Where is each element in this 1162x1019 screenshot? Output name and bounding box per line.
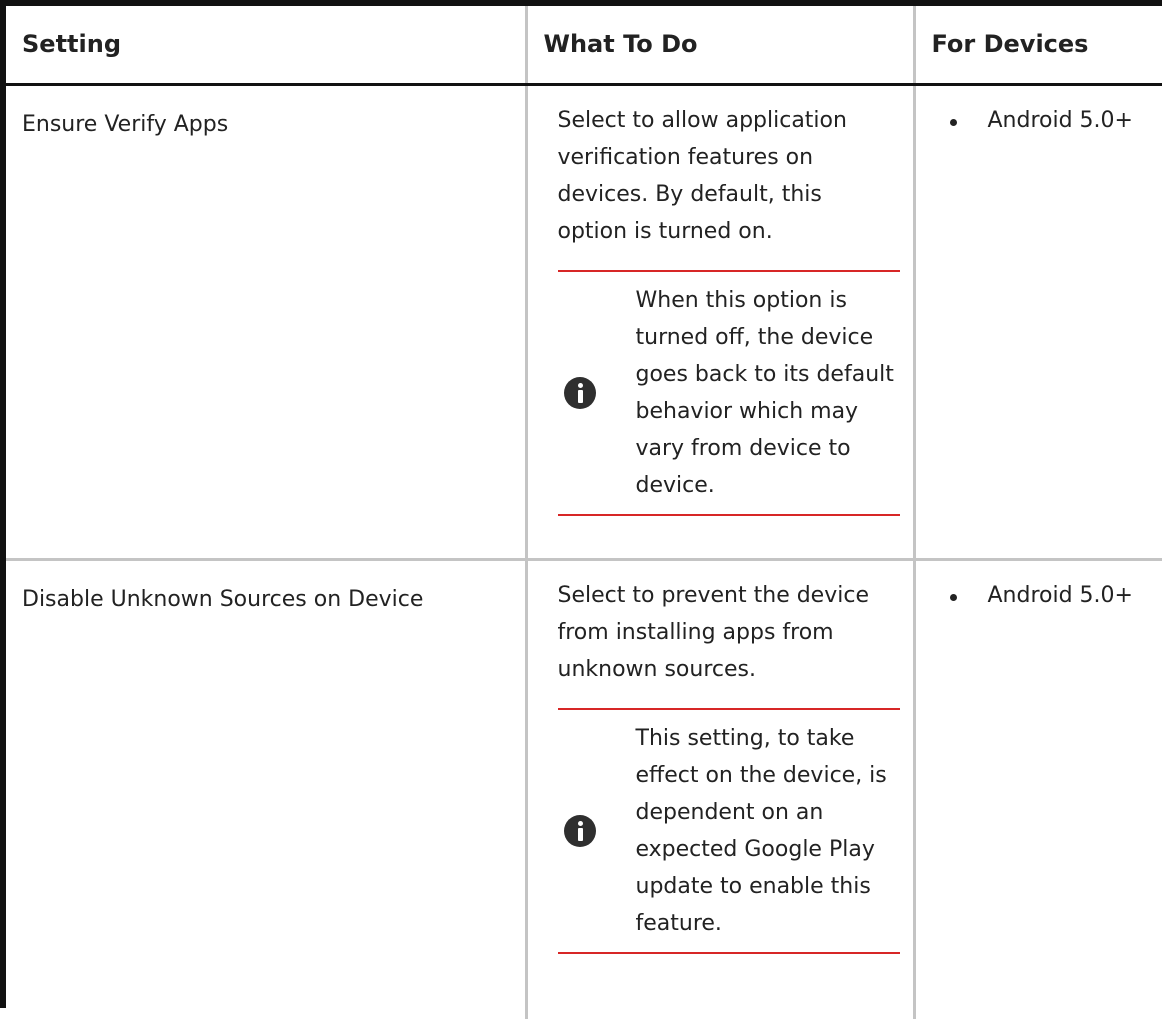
note-box: This setting, to take effect on the devi… — [557, 707, 900, 954]
setting-cell: Disable Unknown Sources on Device — [22, 586, 424, 612]
table-header-row: Setting What To Do For Devices — [6, 6, 1162, 86]
devices-cell: Android 5.0+ — [912, 84, 1162, 561]
note-text: This setting, to take effect on the devi… — [635, 725, 887, 936]
header-for-devices: For Devices — [912, 6, 1162, 86]
device-list-item: Android 5.0+ — [949, 102, 1153, 139]
devices-cell: Android 5.0+ — [912, 559, 1162, 1019]
info-icon — [563, 376, 596, 409]
device-list-item: Android 5.0+ — [949, 577, 1153, 614]
note-text: When this option is turned off, the devi… — [635, 287, 894, 498]
header-setting: Setting — [6, 6, 526, 86]
table-row: Disable Unknown Sources on Device Select… — [6, 559, 1162, 1019]
device-list: Android 5.0+ — [949, 102, 1153, 139]
what-to-do-cell: Select to allow application verification… — [524, 84, 914, 561]
info-icon — [563, 814, 596, 847]
what-to-do-cell: Select to prevent the device from instal… — [524, 559, 914, 1019]
what-to-do-text: Select to prevent the device from instal… — [557, 582, 869, 682]
what-to-do-text: Select to allow application verification… — [557, 107, 847, 244]
settings-table: Setting What To Do For Devices Ensure Ve… — [6, 6, 1162, 1019]
setting-cell: Ensure Verify Apps — [6, 84, 526, 561]
table-row: Ensure Verify Apps Select to allow appli… — [6, 84, 1162, 561]
header-what-to-do: What To Do — [524, 6, 914, 86]
device-list: Android 5.0+ — [949, 577, 1153, 614]
note-box: When this option is turned off, the devi… — [557, 269, 900, 516]
